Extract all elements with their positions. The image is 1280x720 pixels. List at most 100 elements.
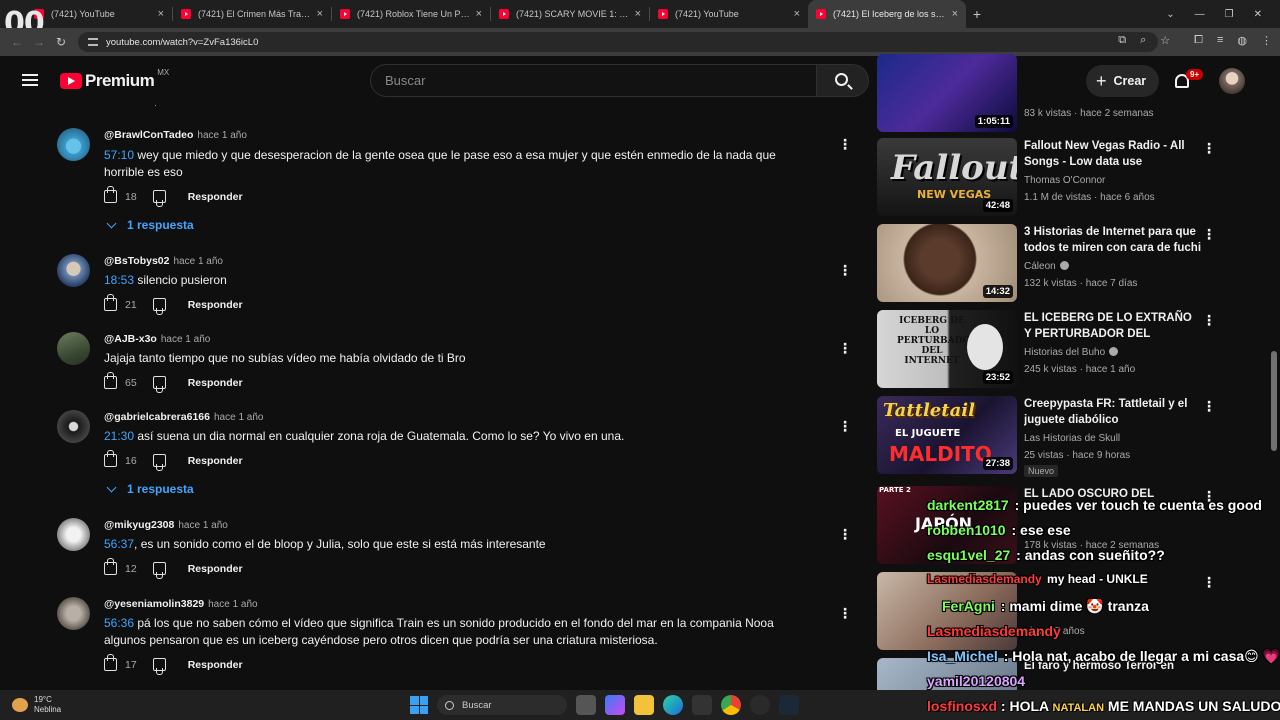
weather-widget[interactable]: 19°C Neblina: [12, 695, 61, 715]
site-info-icon[interactable]: [88, 38, 98, 46]
comment-author[interactable]: @BrawlConTadeo hace 1 año: [104, 129, 247, 141]
comment-more-icon[interactable]: ⋮: [838, 418, 852, 435]
video-card[interactable]: · hace 7 años ⋮: [877, 572, 1267, 652]
minimize-icon[interactable]: —: [1195, 9, 1205, 20]
profile-icon[interactable]: ◍: [1237, 34, 1247, 47]
page-scrollbar[interactable]: [1270, 106, 1278, 690]
zoom-icon[interactable]: ⌕: [1140, 34, 1146, 47]
like-icon[interactable]: [104, 558, 117, 575]
steam-icon[interactable]: [779, 695, 799, 715]
hamburger-menu-icon[interactable]: [22, 74, 38, 86]
tab-search-icon[interactable]: ⌄: [1166, 9, 1174, 20]
close-icon[interactable]: ×: [794, 8, 800, 20]
comment-author[interactable]: @gabrielcabrera6166 hace 1 año: [104, 411, 263, 423]
close-icon[interactable]: ×: [317, 8, 323, 20]
tab-6-active[interactable]: (7421) El Iceberg de los sonido ×: [808, 0, 966, 28]
comment-more-icon[interactable]: ⋮: [838, 605, 852, 622]
taskbar-search[interactable]: Buscar: [437, 695, 567, 715]
video-thumbnail[interactable]: PARTE 2 JAPÓN: [877, 486, 1017, 564]
tab-3[interactable]: (7421) Roblox Tiene Un Problem×: [332, 0, 490, 28]
comment-more-icon[interactable]: ⋮: [838, 340, 852, 357]
video-thumbnail[interactable]: [877, 572, 1017, 650]
commenter-avatar[interactable]: [57, 597, 90, 630]
view-replies-button[interactable]: 1 respuesta: [106, 218, 194, 232]
timestamp-link[interactable]: 56:37: [104, 537, 134, 551]
tab-4[interactable]: (7421) SCARY MOVIE 1: La Paro×: [491, 0, 649, 28]
video-more-icon[interactable]: ⋮: [1202, 140, 1216, 157]
dislike-icon[interactable]: [152, 454, 166, 467]
search-input[interactable]: Buscar: [370, 64, 817, 97]
reply-button[interactable]: Responder: [188, 377, 243, 389]
reply-button[interactable]: Responder: [188, 455, 243, 467]
comment-author[interactable]: @AJB-x3o hace 1 año: [104, 333, 210, 345]
video-more-icon[interactable]: ⋮: [1202, 398, 1216, 415]
video-card[interactable]: Fallout NEW VEGAS 42:48 Fallout New Vega…: [877, 138, 1267, 218]
video-more-icon[interactable]: ⋮: [1202, 312, 1216, 329]
app-icon[interactable]: [692, 695, 712, 715]
tab-5[interactable]: (7421) YouTube ×: [650, 0, 808, 28]
tab-2[interactable]: (7421) El Crimen Más Traumátic×: [173, 0, 331, 28]
edge-icon[interactable]: [663, 695, 683, 715]
dislike-icon[interactable]: [152, 298, 166, 311]
video-card[interactable]: 1:05:11 83 k vistas · hace 2 semanas: [877, 54, 1267, 134]
commenter-avatar[interactable]: [57, 128, 90, 161]
reload-icon[interactable]: ↻: [50, 35, 72, 49]
copilot-icon[interactable]: [605, 695, 625, 715]
view-replies-button[interactable]: 1 respuesta: [106, 482, 194, 496]
reply-button[interactable]: Responder: [188, 659, 243, 671]
youtube-premium-logo[interactable]: Premium MX: [60, 68, 169, 91]
file-explorer-icon[interactable]: [634, 695, 654, 715]
video-thumbnail[interactable]: ICEBERG DE LO PERTURBADOR DEL INTERNET 2…: [877, 310, 1017, 388]
comment-more-icon[interactable]: ⋮: [838, 136, 852, 153]
video-more-icon[interactable]: ⋮: [1202, 488, 1216, 505]
reply-button[interactable]: Responder: [188, 299, 243, 311]
scrollbar-thumb[interactable]: [1271, 351, 1277, 451]
like-icon[interactable]: [104, 654, 117, 671]
commenter-avatar[interactable]: [57, 254, 90, 287]
window-close-icon[interactable]: ✕: [1254, 9, 1262, 20]
close-icon[interactable]: ×: [952, 8, 958, 20]
timestamp-link[interactable]: 57:10: [104, 148, 134, 162]
timestamp-link[interactable]: 21:30: [104, 429, 134, 443]
search-button[interactable]: [817, 64, 869, 97]
app-icon[interactable]: [750, 695, 770, 715]
dislike-icon[interactable]: [152, 562, 166, 575]
new-tab-button[interactable]: +: [966, 6, 988, 22]
back-icon[interactable]: ←: [6, 35, 28, 49]
maximize-icon[interactable]: ❐: [1225, 9, 1234, 20]
like-icon[interactable]: [104, 450, 117, 467]
video-more-icon[interactable]: ⋮: [1202, 226, 1216, 243]
windows-start-icon[interactable]: [410, 696, 428, 714]
close-icon[interactable]: ×: [635, 8, 641, 20]
dislike-icon[interactable]: [152, 190, 166, 203]
timestamp-link[interactable]: 56:36: [104, 616, 134, 630]
task-view-icon[interactable]: [576, 695, 596, 715]
commenter-avatar[interactable]: [57, 410, 90, 443]
comment-author[interactable]: @BsTobys02 hace 1 año: [104, 255, 223, 267]
like-icon[interactable]: [104, 372, 117, 389]
close-icon[interactable]: ×: [476, 8, 482, 20]
commenter-avatar[interactable]: [57, 518, 90, 551]
commenter-avatar[interactable]: [57, 332, 90, 365]
like-icon[interactable]: [104, 186, 117, 203]
video-more-icon[interactable]: ⋮: [1202, 574, 1216, 591]
video-thumbnail[interactable]: 14:32: [877, 224, 1017, 302]
timestamp-link[interactable]: 18:53: [104, 273, 134, 287]
video-card[interactable]: PARTE 2 JAPÓN EL LADO OSCURO DEL 178 k v…: [877, 486, 1267, 566]
video-card[interactable]: Tattletail EL JUGUETE MALDITO 27:38 Cree…: [877, 396, 1267, 477]
bookmark-star-icon[interactable]: ☆: [1160, 34, 1170, 47]
video-thumbnail[interactable]: Fallout NEW VEGAS 42:48: [877, 138, 1017, 216]
reply-button[interactable]: Responder: [188, 563, 243, 575]
video-card[interactable]: 14:32 3 Historias de Internet para que t…: [877, 224, 1267, 304]
forward-icon[interactable]: →: [28, 35, 50, 49]
close-icon[interactable]: ×: [158, 8, 164, 20]
video-thumbnail[interactable]: 1:05:11: [877, 54, 1017, 132]
reply-button[interactable]: Responder: [188, 191, 243, 203]
comment-more-icon[interactable]: ⋮: [838, 262, 852, 279]
video-card[interactable]: ICEBERG DE LO PERTURBADOR DEL INTERNET 2…: [877, 310, 1267, 390]
dislike-icon[interactable]: [152, 376, 166, 389]
comment-author[interactable]: @yeseniamolin3829 hace 1 año: [104, 598, 258, 610]
chrome-icon[interactable]: [721, 695, 741, 715]
extensions-icon[interactable]: ⧠: [1194, 34, 1203, 47]
install-app-icon[interactable]: ⧉: [1118, 34, 1126, 47]
